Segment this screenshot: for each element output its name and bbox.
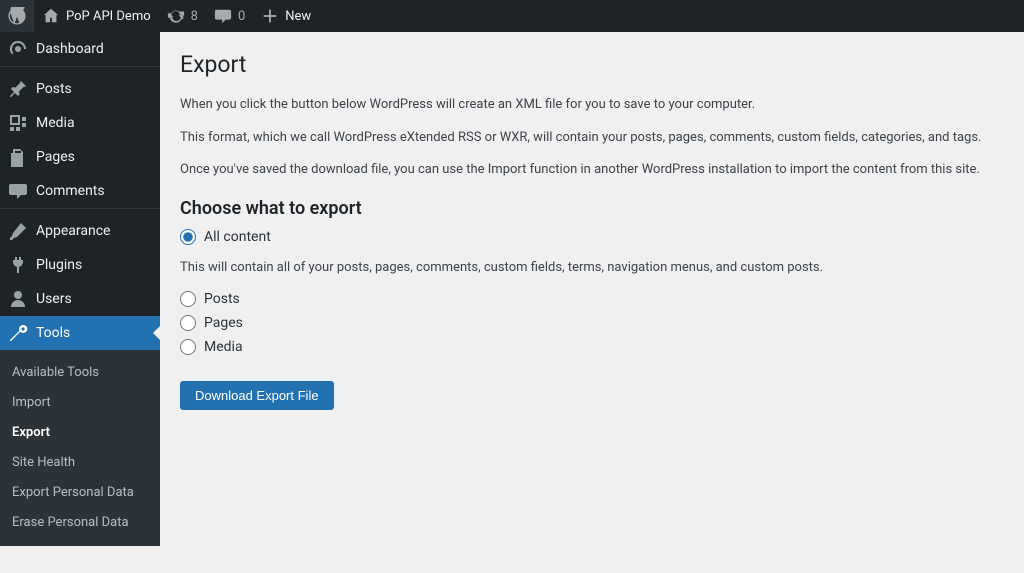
option-label: Media <box>204 339 243 355</box>
sidebar-item-label: Media <box>36 115 75 131</box>
tools-icon <box>8 323 28 343</box>
users-icon <box>8 289 28 309</box>
plugin-icon <box>8 255 28 275</box>
pages-icon <box>8 147 28 167</box>
radio-all[interactable] <box>180 229 196 245</box>
option-label: Pages <box>204 315 243 331</box>
sidebar-item-posts[interactable]: Posts <box>0 72 160 106</box>
submenu-item-export[interactable]: Export <box>0 418 160 448</box>
submenu-item-erase-personal[interactable]: Erase Personal Data <box>0 508 160 538</box>
download-export-button[interactable]: Download Export File <box>180 381 334 410</box>
radio-media[interactable] <box>180 339 196 355</box>
sidebar-item-tools[interactable]: Tools <box>0 316 160 350</box>
page-content: Export When you click the button below W… <box>160 32 1024 410</box>
sidebar-item-label: Posts <box>36 81 72 97</box>
option-label: Posts <box>204 291 240 307</box>
updates-count: 8 <box>191 9 198 24</box>
submenu-item-available-tools[interactable]: Available Tools <box>0 358 160 388</box>
sidebar-item-comments[interactable]: Comments <box>0 174 160 208</box>
export-option-all[interactable]: All content <box>180 229 1004 245</box>
sidebar-item-label: Dashboard <box>36 41 104 57</box>
sidebar-item-pages[interactable]: Pages <box>0 140 160 174</box>
intro-p1: When you click the button below WordPres… <box>180 95 1004 115</box>
sidebar-item-users[interactable]: Users <box>0 282 160 316</box>
appearance-icon <box>8 221 28 241</box>
intro-p2: This format, which we call WordPress eXt… <box>180 128 1004 148</box>
sidebar-item-label: Plugins <box>36 257 82 273</box>
option-all-desc: This will contain all of your posts, pag… <box>180 258 1004 278</box>
site-name: PoP API Demo <box>66 9 151 24</box>
radio-pages[interactable] <box>180 315 196 331</box>
submenu-item-site-health[interactable]: Site Health <box>0 448 160 478</box>
updates-link[interactable]: 8 <box>159 0 206 32</box>
admin-sidebar: Dashboard Posts Media Pages Comments App… <box>0 32 160 541</box>
admin-bar: PoP API Demo 8 0 New <box>0 0 1024 32</box>
sidebar-item-plugins[interactable]: Plugins <box>0 248 160 282</box>
comments-link[interactable]: 0 <box>206 0 253 32</box>
updates-icon <box>167 7 185 25</box>
home-icon <box>42 7 60 25</box>
export-option-posts[interactable]: Posts <box>180 291 1004 307</box>
choose-heading: Choose what to export <box>180 198 1004 219</box>
sidebar-item-label: Users <box>36 291 72 307</box>
sidebar-item-label: Comments <box>36 183 105 199</box>
page-title: Export <box>180 42 1004 82</box>
media-icon <box>8 113 28 133</box>
wordpress-icon <box>8 7 26 25</box>
export-option-pages[interactable]: Pages <box>180 315 1004 331</box>
wp-logo[interactable] <box>0 0 34 32</box>
site-name-link[interactable]: PoP API Demo <box>34 0 159 32</box>
dashboard-icon <box>8 39 28 59</box>
tools-submenu: Available Tools Import Export Site Healt… <box>0 350 160 546</box>
comments-count: 0 <box>238 9 245 24</box>
sidebar-item-label: Pages <box>36 149 75 165</box>
sidebar-item-dashboard[interactable]: Dashboard <box>0 32 160 66</box>
comments-icon <box>8 181 28 201</box>
sidebar-item-label: Appearance <box>36 223 110 239</box>
submenu-item-export-personal[interactable]: Export Personal Data <box>0 478 160 508</box>
new-content-link[interactable]: New <box>253 0 319 32</box>
intro-p3: Once you've saved the download file, you… <box>180 160 1004 180</box>
option-label: All content <box>204 229 271 245</box>
export-option-media[interactable]: Media <box>180 339 1004 355</box>
comment-icon <box>214 7 232 25</box>
sidebar-item-media[interactable]: Media <box>0 106 160 140</box>
plus-icon <box>261 7 279 25</box>
sidebar-item-label: Tools <box>36 325 70 341</box>
pin-icon <box>8 79 28 99</box>
submenu-item-import[interactable]: Import <box>0 388 160 418</box>
sidebar-item-appearance[interactable]: Appearance <box>0 214 160 248</box>
new-label: New <box>285 9 311 24</box>
radio-posts[interactable] <box>180 291 196 307</box>
